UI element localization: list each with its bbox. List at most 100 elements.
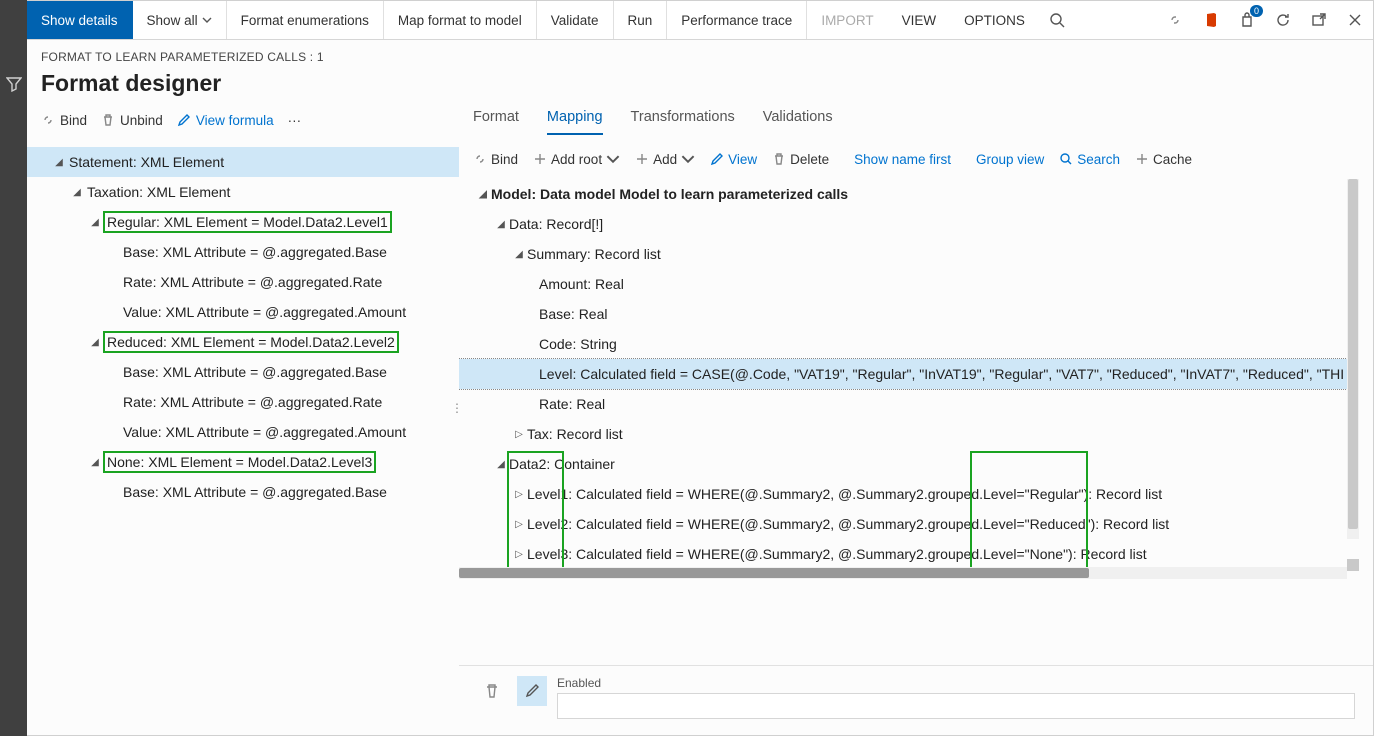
scrollbar-thumb[interactable]: [459, 568, 1089, 578]
tree-row-taxation[interactable]: ◢ Taxation: XML Element: [27, 177, 459, 207]
format-enumerations-button[interactable]: Format enumerations: [227, 1, 384, 39]
tree-row-base[interactable]: Base: Real: [459, 299, 1359, 329]
page-header: FORMAT TO LEARN PARAMETERIZED CALLS : 1 …: [27, 40, 1373, 101]
office-icon-button[interactable]: [1193, 1, 1229, 39]
run-button[interactable]: Run: [614, 1, 668, 39]
plus-icon: [1135, 152, 1149, 166]
tab-format[interactable]: Format: [473, 109, 519, 133]
breadcrumb: FORMAT TO LEARN PARAMETERIZED CALLS : 1: [41, 50, 1363, 64]
field-label-enabled: Enabled: [557, 676, 1355, 690]
refresh-button[interactable]: [1265, 1, 1301, 39]
show-details-button[interactable]: Show details: [27, 1, 133, 39]
collapse-icon[interactable]: ◢: [89, 217, 101, 228]
tab-validations[interactable]: Validations: [763, 109, 833, 133]
add-button[interactable]: Add: [635, 152, 695, 167]
filter-icon[interactable]: [6, 76, 22, 97]
left-rail: [0, 0, 27, 736]
tree-row-base-2[interactable]: Base: XML Attribute = @.aggregated.Base: [27, 357, 459, 387]
tree-row-value-2[interactable]: Value: XML Attribute = @.aggregated.Amou…: [27, 417, 459, 447]
notification-badge: 0: [1250, 5, 1263, 17]
tree-row-level1[interactable]: ▷ Level1: Calculated field = WHERE(@.Sum…: [459, 479, 1359, 509]
search-icon: [1059, 152, 1073, 166]
tree-row-statement[interactable]: ◢ Statement: XML Element: [27, 147, 459, 177]
view-formula-button[interactable]: View formula: [177, 113, 274, 128]
expand-icon[interactable]: ▷: [513, 519, 525, 530]
tree-row-reduced[interactable]: ◢ Reduced: XML Element = Model.Data2.Lev…: [27, 327, 459, 357]
bind-icon: [41, 113, 55, 127]
collapse-icon[interactable]: ◢: [477, 189, 489, 200]
show-name-first-button[interactable]: Show name first: [854, 152, 951, 167]
refresh-icon: [1275, 12, 1291, 28]
tree-row-rate[interactable]: Rate: Real: [459, 389, 1359, 419]
view-button[interactable]: View: [710, 152, 757, 167]
edit-property-button[interactable]: [517, 676, 547, 706]
popout-button[interactable]: [1301, 1, 1337, 39]
group-view-button[interactable]: Group view: [976, 152, 1044, 167]
plus-icon: [533, 152, 547, 166]
tree-row-base-3[interactable]: Base: XML Attribute = @.aggregated.Base: [27, 477, 459, 507]
import-button[interactable]: IMPORT: [807, 1, 887, 39]
cache-button[interactable]: Cache: [1135, 152, 1192, 167]
tree-row-level2[interactable]: ▷ Level2: Calculated field = WHERE(@.Sum…: [459, 509, 1359, 539]
pencil-icon: [177, 113, 191, 127]
collapse-icon[interactable]: ◢: [495, 219, 507, 230]
tab-mapping[interactable]: Mapping: [547, 109, 603, 135]
bind-button[interactable]: Bind: [473, 152, 518, 167]
tree-row-regular[interactable]: ◢ Regular: XML Element = Model.Data2.Lev…: [27, 207, 459, 237]
tree-row-none[interactable]: ◢ None: XML Element = Model.Data2.Level3: [27, 447, 459, 477]
tree-row-value[interactable]: Value: XML Attribute = @.aggregated.Amou…: [27, 297, 459, 327]
notifications-button[interactable]: 0: [1229, 1, 1265, 39]
performance-trace-button[interactable]: Performance trace: [667, 1, 807, 39]
options-button[interactable]: OPTIONS: [950, 1, 1039, 39]
close-icon: [1347, 12, 1363, 28]
tree-row-data[interactable]: ◢ Data: Record[!]: [459, 209, 1359, 239]
add-root-button[interactable]: Add root: [533, 152, 620, 167]
collapse-icon[interactable]: ◢: [89, 457, 101, 468]
chevron-down-icon: [202, 13, 212, 28]
tree-row-base[interactable]: Base: XML Attribute = @.aggregated.Base: [27, 237, 459, 267]
validate-button[interactable]: Validate: [537, 1, 614, 39]
tree-row-amount[interactable]: Amount: Real: [459, 269, 1359, 299]
show-all-button[interactable]: Show all: [133, 1, 227, 39]
tree-row-rate[interactable]: Rate: XML Attribute = @.aggregated.Rate: [27, 267, 459, 297]
more-button[interactable]: ···: [288, 113, 302, 128]
map-format-to-model-button[interactable]: Map format to model: [384, 1, 537, 39]
horizontal-scrollbar[interactable]: [459, 567, 1347, 579]
mapping-toolbar: Bind Add root Add View: [459, 139, 1373, 179]
tree-row-tax[interactable]: ▷ Tax: Record list: [459, 419, 1359, 449]
view-button[interactable]: VIEW: [888, 1, 951, 39]
search-icon: [1049, 12, 1065, 28]
delete-property-button[interactable]: [477, 676, 507, 706]
scrollbar-thumb[interactable]: [1348, 179, 1358, 529]
tree-row-level[interactable]: Level: Calculated field = CASE(@.Code, "…: [459, 359, 1359, 389]
expand-icon[interactable]: ▷: [513, 549, 525, 560]
tree-row-model[interactable]: ◢ Model: Data model Model to learn param…: [459, 179, 1359, 209]
unbind-button[interactable]: Unbind: [101, 113, 163, 128]
search-button[interactable]: [1039, 1, 1075, 39]
tree-row-summary[interactable]: ◢ Summary: Record list: [459, 239, 1359, 269]
close-button[interactable]: [1337, 1, 1373, 39]
expand-icon[interactable]: ▷: [513, 489, 525, 500]
tree-row-level3[interactable]: ▷ Level3: Calculated field = WHERE(@.Sum…: [459, 539, 1359, 569]
collapse-icon[interactable]: ◢: [513, 249, 525, 260]
bind-button[interactable]: Bind: [41, 113, 87, 128]
expand-icon[interactable]: ▷: [513, 429, 525, 440]
link-icon-button[interactable]: [1157, 1, 1193, 39]
delete-button[interactable]: Delete: [772, 152, 829, 167]
vertical-scrollbar[interactable]: [1347, 179, 1359, 539]
collapse-icon[interactable]: ◢: [495, 459, 507, 470]
plus-icon: [635, 152, 649, 166]
tree-row-data2[interactable]: ◢ Data2: Container: [459, 449, 1359, 479]
pencil-icon: [710, 152, 724, 166]
tab-transformations[interactable]: Transformations: [631, 109, 735, 133]
chevron-down-icon: [606, 152, 620, 166]
collapse-icon[interactable]: ◢: [89, 337, 101, 348]
tree-row-code[interactable]: Code: String: [459, 329, 1359, 359]
enabled-input[interactable]: [557, 693, 1355, 719]
collapse-icon[interactable]: ◢: [53, 157, 65, 168]
tree-row-rate-2[interactable]: Rate: XML Attribute = @.aggregated.Rate: [27, 387, 459, 417]
bind-icon: [473, 152, 487, 166]
search-button[interactable]: Search: [1059, 152, 1120, 167]
collapse-icon[interactable]: ◢: [71, 187, 83, 198]
command-bar: Show details Show all Format enumeration…: [27, 1, 1373, 40]
